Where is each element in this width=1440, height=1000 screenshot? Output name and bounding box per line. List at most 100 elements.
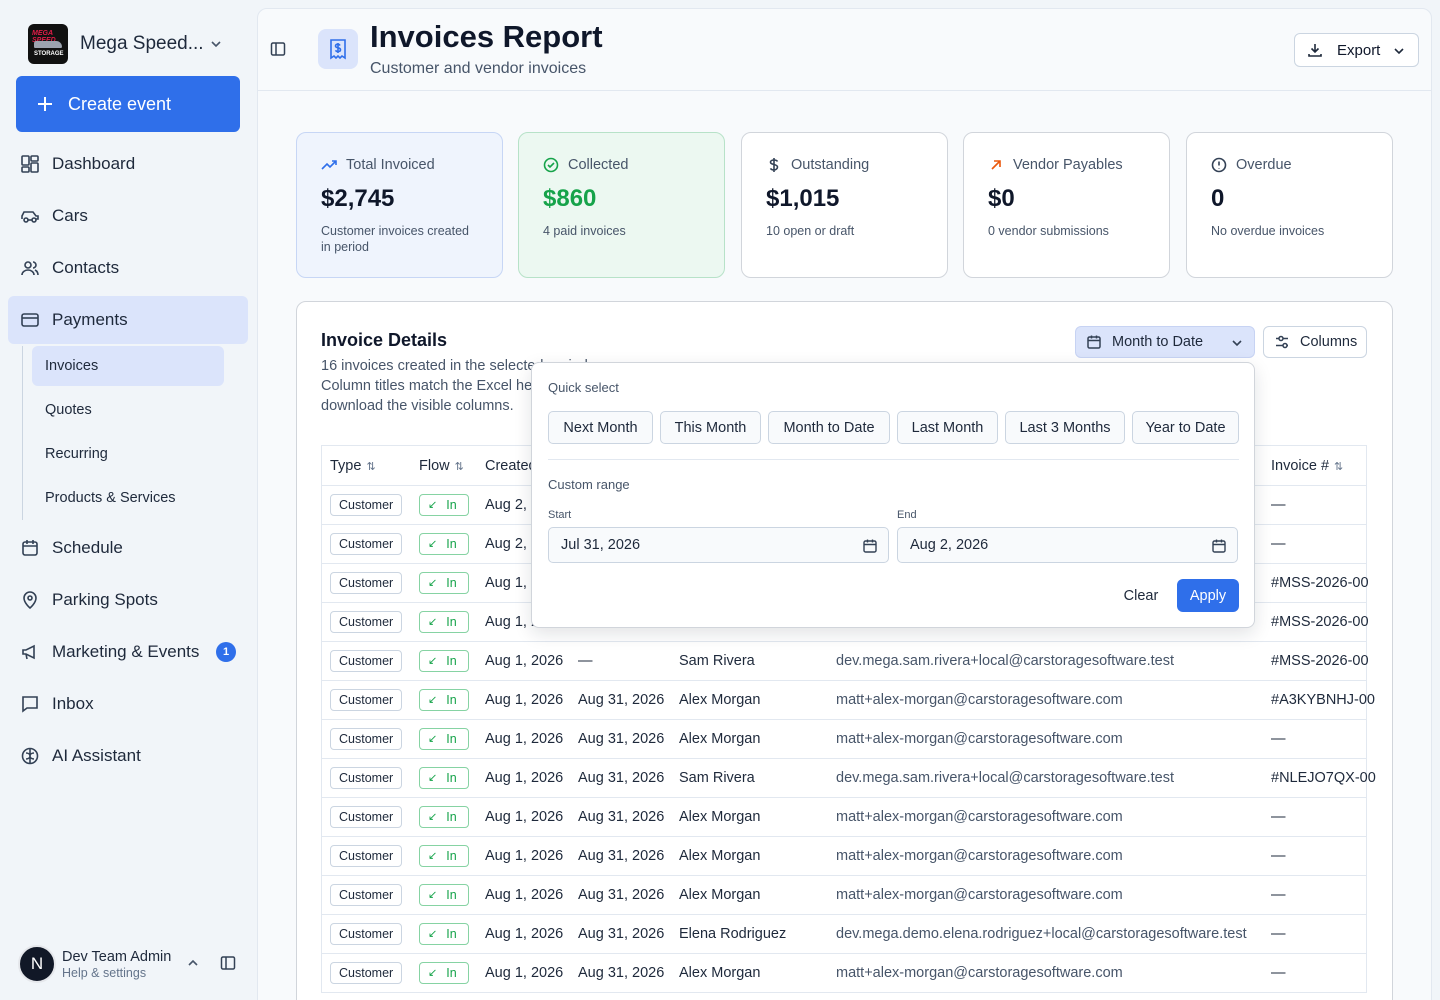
- nav-marketing-label: Marketing & Events: [52, 642, 200, 661]
- quick-next-month[interactable]: Next Month: [548, 411, 653, 444]
- sort-icon: ⇅: [454, 460, 464, 473]
- flow-badge: ↙ In: [419, 611, 469, 633]
- table-row[interactable]: Customer ↙ In Aug 1, 2026 Aug 31, 2026 Alex M…: [322, 798, 1366, 837]
- quick-month-to-date[interactable]: Month to Date: [768, 411, 890, 444]
- arrow-up-right-icon: [991, 160, 1001, 170]
- user-menu[interactable]: N Dev Team Admin Help & settings: [18, 942, 248, 986]
- apply-button[interactable]: Apply: [1177, 579, 1239, 612]
- customer-name-cell: Sam Rivera: [679, 653, 755, 669]
- flow-label: In: [446, 498, 457, 512]
- column-header-invoice[interactable]: Invoice # ⇅: [1271, 458, 1343, 474]
- map-pin-icon: [23, 591, 37, 610]
- invoice-number-cell: #NLEJO7QX-00: [1271, 770, 1376, 786]
- customer-name-cell: Alex Morgan: [679, 887, 761, 903]
- table-row[interactable]: Customer ↙ In Aug 1, 2026 Aug 31, 2026 Alex M…: [322, 720, 1366, 759]
- nav-parking[interactable]: Parking Spots: [8, 576, 248, 624]
- date-range-popover: Quick select Next Month This Month Month…: [531, 362, 1255, 628]
- sidebar-item-products[interactable]: Products & Services: [32, 478, 224, 518]
- email-cell: dev.mega.sam.rivera+local@carstoragesoft…: [836, 653, 1175, 669]
- due-cell: Aug 31, 2026: [578, 848, 665, 864]
- arrow-down-left-icon: ↙: [428, 772, 438, 784]
- date-range-button[interactable]: Month to Date: [1075, 326, 1255, 358]
- invoice-number-cell: —: [1271, 887, 1286, 903]
- flow-label: In: [446, 693, 457, 707]
- created-cell: Aug 1, 2026: [485, 848, 564, 864]
- column-title: Type: [330, 458, 362, 474]
- quick-year-to-date[interactable]: Year to Date: [1132, 411, 1239, 444]
- create-event-button[interactable]: Create event: [16, 76, 240, 132]
- page-header: Invoices Report Customer and vendor invo…: [258, 9, 1431, 91]
- type-badge: Customer: [330, 611, 403, 633]
- stat-note: 0 vendor submissions: [988, 224, 1109, 238]
- email-cell: matt+alex-morgan@carstoragesoftware.com: [836, 965, 1123, 981]
- nav-cars[interactable]: Cars: [8, 192, 248, 240]
- org-switcher[interactable]: MEGA SPEED STORAGE Mega Speed...: [28, 24, 238, 64]
- table-row[interactable]: Customer ↙ In Aug 1, 2026 Aug 31, 2026 Alex M…: [322, 837, 1366, 876]
- created-cell: Aug 1, 2026: [485, 770, 564, 786]
- invoice-number-cell: #MSS-2026-00: [1271, 653, 1369, 669]
- stat-note: Customer invoices created in period: [321, 224, 469, 254]
- stat-note: 4 paid invoices: [543, 224, 626, 238]
- sidebar-toggle-icon[interactable]: [270, 41, 286, 57]
- chevron-down-icon: [211, 41, 221, 48]
- quick-last-3-months[interactable]: Last 3 Months: [1005, 411, 1125, 444]
- created-cell: Aug 1, 2026: [485, 887, 564, 903]
- nav-contacts[interactable]: Contacts: [8, 244, 248, 292]
- org-logo: MEGA SPEED STORAGE: [28, 24, 68, 64]
- start-date-field[interactable]: Jul 31, 2026: [548, 527, 889, 563]
- stat-note: No overdue invoices: [1211, 224, 1325, 238]
- stat-card-collected: Collected $860 4 paid invoices: [518, 132, 725, 278]
- flow-label: In: [446, 732, 457, 746]
- clear-button[interactable]: Clear: [1116, 580, 1166, 612]
- flow-badge: ↙ In: [419, 962, 469, 984]
- table-row[interactable]: Customer ↙ In Aug 1, 2026 Aug 31, 2026 Alex M…: [322, 876, 1366, 915]
- brain-icon: [21, 747, 39, 765]
- users-icon: [21, 261, 39, 276]
- flow-label: In: [446, 810, 457, 824]
- email-cell: matt+alex-morgan@carstoragesoftware.com: [836, 887, 1123, 903]
- quick-last-month[interactable]: Last Month: [897, 411, 998, 444]
- table-row[interactable]: Customer ↙ In Aug 1, 2026 Aug 31, 2026 Sam Ri…: [322, 759, 1376, 798]
- email-cell: matt+alex-morgan@carstoragesoftware.com: [836, 731, 1123, 747]
- nav-marketing[interactable]: Marketing & Events 1: [8, 628, 248, 676]
- logo-car-shape: [34, 41, 62, 48]
- flow-badge: ↙ In: [419, 689, 469, 711]
- flow-label: In: [446, 615, 457, 629]
- page-title: Invoices Report: [370, 19, 603, 54]
- export-label: Export: [1337, 41, 1381, 59]
- table-row[interactable]: Customer ↙ In Aug 1, 2026 Aug 31, 2026 Alex M…: [322, 954, 1366, 993]
- invoice-number-cell: —: [1271, 926, 1286, 942]
- created-cell: Aug 1, 2026: [485, 926, 564, 942]
- nav-dashboard[interactable]: Dashboard: [8, 140, 248, 188]
- nav-schedule[interactable]: Schedule: [8, 524, 248, 572]
- column-header-type[interactable]: Type ⇅: [330, 458, 376, 474]
- nav-payments[interactable]: Payments: [8, 296, 248, 344]
- sidebar-item-recurring[interactable]: Recurring: [32, 434, 224, 474]
- table-row[interactable]: Customer ↙ In Aug 1, 2026 Aug 31, 2026 Alex M…: [322, 681, 1375, 720]
- sidebar-item-invoices[interactable]: Invoices: [32, 346, 224, 386]
- nav-ai-assistant[interactable]: AI Assistant: [8, 732, 248, 780]
- table-row[interactable]: Customer ↙ In Aug 1, 2026 — Sam Rivera dev.meg…: [322, 642, 1369, 681]
- end-date-field[interactable]: Aug 2, 2026: [897, 527, 1238, 563]
- type-badge: Customer: [330, 884, 403, 906]
- columns-button[interactable]: Columns: [1263, 326, 1367, 358]
- org-name: Mega Speed...: [80, 33, 204, 54]
- quick-this-month[interactable]: This Month: [660, 411, 761, 444]
- export-button[interactable]: Export: [1294, 33, 1419, 67]
- arrow-down-left-icon: ↙: [428, 694, 438, 706]
- settings-sliders-icon: [1276, 335, 1288, 349]
- dollar-icon: [769, 158, 779, 172]
- nav-inbox[interactable]: Inbox: [8, 680, 248, 728]
- panel-toggle-icon[interactable]: [220, 955, 236, 971]
- column-header-created[interactable]: Created: [485, 458, 537, 474]
- stat-label: Outstanding: [791, 157, 870, 173]
- nav-cars-label: Cars: [52, 206, 88, 225]
- nav-parking-label: Parking Spots: [52, 590, 158, 609]
- sidebar-item-quotes[interactable]: Quotes: [32, 390, 224, 430]
- column-header-flow[interactable]: Flow ⇅: [419, 458, 464, 474]
- nav-payments-label: Payments: [52, 310, 128, 329]
- flow-label: In: [446, 537, 457, 551]
- flow-badge: ↙ In: [419, 923, 469, 945]
- stat-label: Collected: [568, 157, 629, 173]
- table-row[interactable]: Customer ↙ In Aug 1, 2026 Aug 31, 2026 Elena …: [322, 915, 1366, 954]
